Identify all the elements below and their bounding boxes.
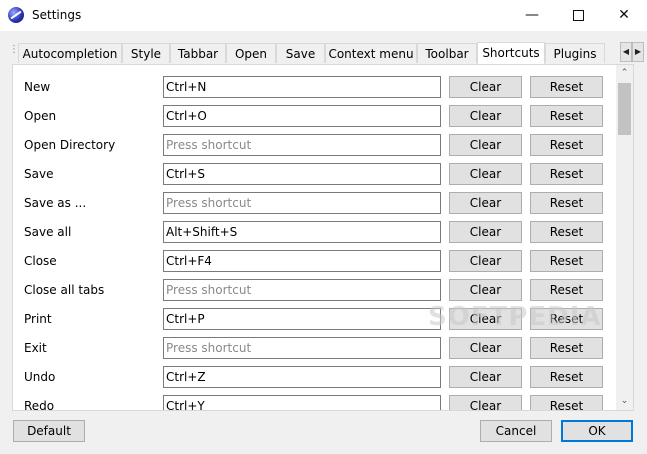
shortcut-label: Open (24, 109, 57, 123)
clear-button-new[interactable]: Clear (449, 76, 522, 98)
title-bar: Settings — ✕ (0, 0, 647, 31)
clear-button-save-as[interactable]: Clear (449, 192, 522, 214)
tab-scroll-right-button[interactable]: ▶ (632, 42, 644, 62)
clear-button-close[interactable]: Clear (449, 250, 522, 272)
shortcut-input-save-all[interactable] (163, 221, 441, 243)
shortcut-row-undo: Undo Clear Reset (13, 366, 613, 388)
shortcut-row-save-as: Save as ... Clear Reset (13, 192, 613, 214)
ok-button[interactable]: OK (561, 420, 633, 442)
shortcut-input-undo[interactable] (163, 366, 441, 388)
shortcut-input-close-all-tabs[interactable] (163, 279, 441, 301)
clear-button-close-all-tabs[interactable]: Clear (449, 279, 522, 301)
clear-button-save[interactable]: Clear (449, 163, 522, 185)
clear-button-save-all[interactable]: Clear (449, 221, 522, 243)
tab-shortcuts[interactable]: Shortcuts (477, 42, 545, 65)
shortcut-input-open-directory[interactable] (163, 134, 441, 156)
shortcut-input-new[interactable] (163, 76, 441, 98)
scrollbar-thumb[interactable] (618, 83, 631, 135)
shortcut-row-redo: Redo Clear Reset (13, 395, 613, 411)
scroll-up-button[interactable]: ⌃ (616, 65, 633, 81)
clear-button-open-directory[interactable]: Clear (449, 134, 522, 156)
shortcut-label: Save all (24, 225, 72, 239)
shortcut-label: Save (24, 167, 54, 181)
tab-tabbar[interactable]: Tabbar (170, 43, 226, 63)
reset-button-redo[interactable]: Reset (530, 395, 603, 410)
shortcut-row-save: Save Clear Reset (13, 163, 613, 185)
shortcut-row-close-all-tabs: Close all tabs Clear Reset (13, 279, 613, 301)
reset-button-save[interactable]: Reset (530, 163, 603, 185)
clear-button-print[interactable]: Clear (449, 308, 522, 330)
shortcut-input-save[interactable] (163, 163, 441, 185)
triangle-right-icon: ▶ (634, 47, 642, 56)
shortcut-input-print[interactable] (163, 308, 441, 330)
shortcut-label: Exit (24, 341, 47, 355)
window-title: Settings (32, 8, 82, 22)
shortcut-label: Open Directory (24, 138, 116, 152)
shortcut-input-close[interactable] (163, 250, 441, 272)
shortcut-row-exit: Exit Clear Reset (13, 337, 613, 359)
tab-style[interactable]: Style (122, 43, 170, 63)
tab-plugins[interactable]: Plugins (545, 43, 605, 63)
shortcut-label: Print (24, 312, 52, 326)
close-icon: ✕ (618, 7, 630, 23)
shortcut-label: Redo (24, 399, 55, 411)
chevron-down-icon: ⌄ (620, 396, 629, 406)
shortcut-input-save-as[interactable] (163, 192, 441, 214)
shortcut-label: Undo (24, 370, 56, 384)
default-button[interactable]: Default (13, 420, 85, 442)
shortcut-row-open: Open Clear Reset (13, 105, 613, 127)
clear-button-undo[interactable]: Clear (449, 366, 522, 388)
shortcut-row-print: Print Clear Reset (13, 308, 613, 330)
shortcut-row-save-all: Save all Clear Reset (13, 221, 613, 243)
maximize-button[interactable] (555, 0, 601, 31)
shortcut-row-close: Close Clear Reset (13, 250, 613, 272)
reset-button-exit[interactable]: Reset (530, 337, 603, 359)
reset-button-close[interactable]: Reset (530, 250, 603, 272)
maximize-icon (572, 9, 584, 21)
reset-button-open-directory[interactable]: Reset (530, 134, 603, 156)
reset-button-close-all-tabs[interactable]: Reset (530, 279, 603, 301)
shortcuts-panel: New Clear Reset Open Clear Reset Open Di… (12, 64, 634, 411)
tab-save[interactable]: Save (276, 43, 325, 63)
tab-autocompletion[interactable]: Autocompletion (18, 43, 122, 63)
tab-scroll-left-button[interactable]: ◀ (620, 42, 632, 62)
reset-button-save-as[interactable]: Reset (530, 192, 603, 214)
tab-bar: ⋮ Autocompletion Style Tabbar Open Save … (9, 42, 644, 65)
reset-button-save-all[interactable]: Reset (530, 221, 603, 243)
close-button[interactable]: ✕ (601, 0, 647, 31)
shortcut-input-redo[interactable] (163, 395, 441, 410)
clear-button-redo[interactable]: Clear (449, 395, 522, 410)
tab-toolbar[interactable]: Toolbar (417, 43, 477, 63)
shortcut-label: Save as ... (24, 196, 87, 210)
reset-button-print[interactable]: Reset (530, 308, 603, 330)
tab-scroll-arrows: ◀ ▶ (620, 42, 646, 62)
tab-open[interactable]: Open (226, 43, 276, 63)
tab-overflow-grip-icon: ⋮ (9, 44, 19, 55)
reset-button-undo[interactable]: Reset (530, 366, 603, 388)
shortcut-input-exit[interactable] (163, 337, 441, 359)
shortcut-row-new: New Clear Reset (13, 76, 613, 98)
shortcut-input-open[interactable] (163, 105, 441, 127)
cancel-button[interactable]: Cancel (480, 420, 552, 442)
shortcut-label: Close all tabs (24, 283, 105, 297)
shortcut-row-open-directory: Open Directory Clear Reset (13, 134, 613, 156)
vertical-scrollbar[interactable]: ⌃ ⌄ (616, 65, 633, 410)
scroll-down-button[interactable]: ⌄ (616, 393, 633, 409)
reset-button-new[interactable]: Reset (530, 76, 603, 98)
triangle-left-icon: ◀ (622, 47, 630, 56)
minimize-button[interactable]: — (509, 0, 555, 31)
tab-context-menu[interactable]: Context menu (325, 43, 417, 63)
shortcut-label: Close (24, 254, 57, 268)
reset-button-open[interactable]: Reset (530, 105, 603, 127)
app-globe-icon (8, 7, 24, 23)
clear-button-open[interactable]: Clear (449, 105, 522, 127)
shortcut-label: New (24, 80, 51, 94)
clear-button-exit[interactable]: Clear (449, 337, 522, 359)
chevron-up-icon: ⌃ (620, 68, 629, 78)
minimize-icon: — (525, 7, 539, 23)
